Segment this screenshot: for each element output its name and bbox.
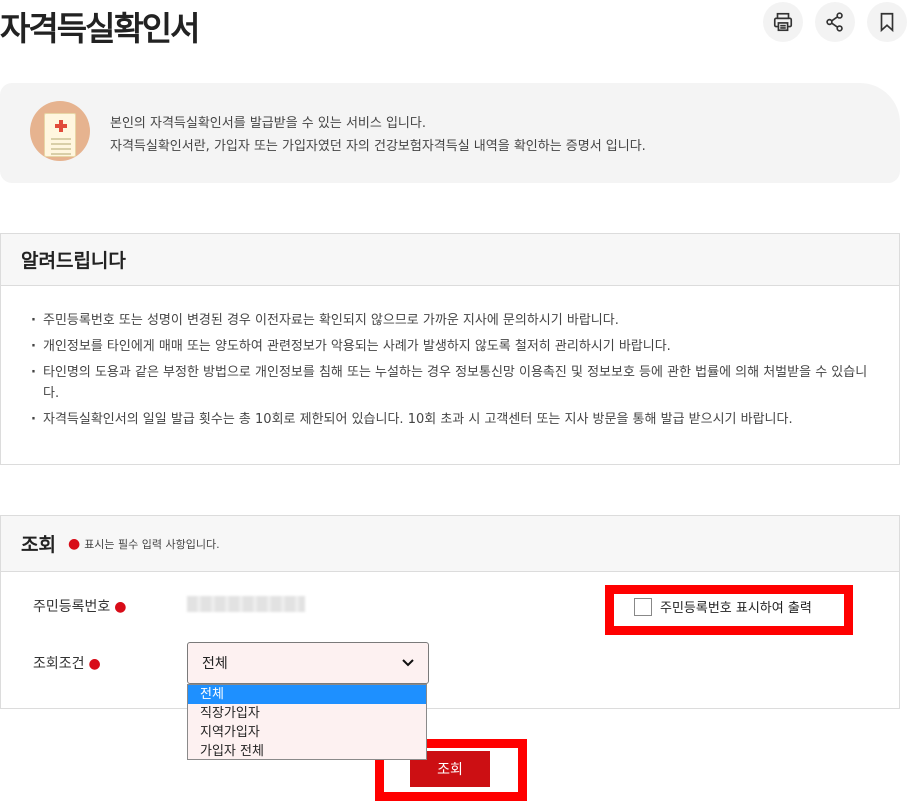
intro-text: 본인의 자격득실확인서를 발급받을 수 있는 서비스 입니다. 자격득실확인서란…: [110, 112, 646, 158]
notice-list: 주민등록번호 또는 성명이 변경된 경우 이전자료는 확인되지 않으므로 가까운…: [1, 286, 899, 430]
condition-label-text: 조회조건: [33, 656, 85, 672]
condition-option[interactable]: 지역가입자: [188, 723, 426, 742]
share-button[interactable]: [815, 2, 855, 42]
certificate-icon: [30, 101, 90, 161]
condition-select[interactable]: 전체: [187, 642, 429, 684]
notice-item: 타인명의 도용과 같은 부정한 방법으로 개인정보를 침해 또는 누설하는 경우…: [31, 362, 869, 404]
rrn-masked-value: [187, 596, 305, 612]
notice-item: 개인정보를 타인에게 매매 또는 양도하여 관련정보가 악용되는 사례가 발생하…: [31, 336, 869, 357]
print-button[interactable]: [763, 2, 803, 42]
intro-line-2: 자격득실확인서란, 가입자 또는 가입자였던 자의 건강보험자격득실 내역을 확…: [110, 139, 646, 154]
notice-title: 알려드립니다: [1, 234, 899, 286]
notice-section: 알려드립니다 주민등록번호 또는 성명이 변경된 경우 이전자료는 확인되지 않…: [0, 233, 900, 465]
required-dot: ●: [114, 599, 127, 615]
condition-selected-value: 전체: [202, 656, 228, 672]
condition-label: 조회조건 ●: [33, 653, 101, 673]
bookmark-button[interactable]: [867, 2, 907, 42]
condition-option[interactable]: 전체: [188, 685, 426, 704]
condition-option[interactable]: 가입자 전체: [188, 742, 426, 761]
query-title: 조회: [21, 534, 56, 556]
show-rrn-option[interactable]: 주민등록번호 표시하여 출력: [634, 597, 812, 616]
intro-line-1: 본인의 자격득실확인서를 발급받을 수 있는 서비스 입니다.: [110, 116, 426, 131]
notice-item: 자격득실확인서의 일일 발급 횟수는 총 10회로 제한되어 있습니다. 10회…: [31, 409, 869, 430]
share-icon: [826, 12, 843, 32]
query-section: 조회 ● 표시는 필수 입력 사항입니다. 주민등록번호 ● 주민등록번호 표시하…: [0, 515, 900, 709]
show-rrn-highlight: 주민등록번호 표시하여 출력: [605, 585, 853, 635]
show-rrn-label: 주민등록번호 표시하여 출력: [660, 601, 812, 616]
show-rrn-checkbox[interactable]: [634, 597, 652, 616]
chevron-down-icon: [402, 656, 414, 671]
page-toolbar: [763, 2, 907, 42]
bookmark-icon: [880, 12, 894, 33]
condition-option[interactable]: 직장가입자: [188, 704, 426, 723]
required-dot: ●: [88, 656, 101, 672]
page-title: 자격득실확인서: [0, 9, 201, 48]
rrn-label-text: 주민등록번호: [33, 599, 111, 615]
intro-box: 본인의 자격득실확인서를 발급받을 수 있는 서비스 입니다. 자격득실확인서란…: [0, 83, 900, 183]
notice-item: 주민등록번호 또는 성명이 변경된 경우 이전자료는 확인되지 않으므로 가까운…: [31, 310, 869, 331]
print-icon: [773, 12, 793, 32]
required-note: 표시는 필수 입력 사항입니다.: [84, 537, 220, 551]
condition-dropdown: 전체 직장가입자 지역가입자 가입자 전체: [187, 684, 427, 760]
required-dot: ●: [67, 535, 81, 552]
query-header: 조회 ● 표시는 필수 입력 사항입니다.: [1, 516, 899, 572]
rrn-label: 주민등록번호 ●: [33, 596, 127, 616]
